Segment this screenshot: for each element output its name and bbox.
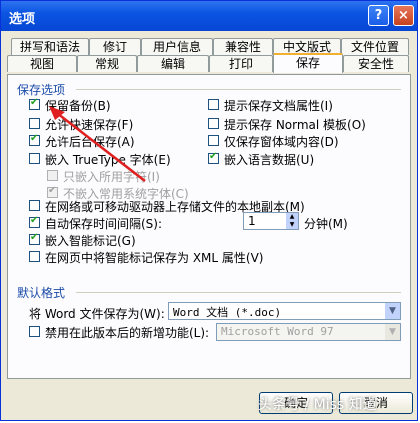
- save-as-label: 将 Word 文件保存为(W):: [29, 307, 165, 321]
- tab-track-changes[interactable]: 修订: [89, 38, 141, 55]
- save-as-value: Word 文档 (*.doc): [173, 306, 282, 319]
- tab-user-info[interactable]: 用户信息: [141, 38, 213, 55]
- tab-general[interactable]: 常规: [77, 55, 137, 72]
- local-copy-checkbox[interactable]: [29, 200, 40, 211]
- help-button[interactable]: ?: [368, 5, 389, 26]
- window-title: 选项: [9, 12, 36, 27]
- embed-language-checkbox[interactable]: [208, 151, 219, 164]
- save-as-select[interactable]: Word 文档 (*.doc) ▼: [168, 302, 401, 320]
- prompt-normal-template-checkbox[interactable]: [208, 118, 219, 129]
- prompt-normal-template-label: 提示保存 Normal 模板(O): [224, 118, 366, 132]
- options-dialog: 选项 ? × 拼写和语法 修订 用户信息 兼容性 中文版式 文件位置 视图 常规…: [0, 0, 418, 421]
- tab-print[interactable]: 打印: [209, 55, 273, 72]
- title-bar: 选项 ? ×: [1, 1, 417, 31]
- tab-save[interactable]: 保存: [273, 53, 343, 73]
- disable-features-checkbox[interactable]: [29, 326, 40, 337]
- chevron-down-icon[interactable]: ▼: [385, 324, 400, 340]
- fast-save-checkbox[interactable]: [29, 118, 40, 129]
- smart-tags-checkbox[interactable]: [29, 232, 40, 245]
- section-divider: [76, 89, 401, 90]
- tab-spelling-grammar[interactable]: 拼写和语法: [11, 38, 89, 55]
- default-format-heading: 默认格式: [17, 286, 66, 300]
- background-save-checkbox[interactable]: [29, 133, 40, 146]
- smart-tags-xml-checkbox[interactable]: [29, 251, 40, 262]
- word-version-select[interactable]: Microsoft Word 97 ▼: [216, 323, 401, 341]
- smart-tags-xml-label: 在网页中将智能标记保存为 XML 属性(V): [45, 251, 264, 265]
- tab-security[interactable]: 安全性: [343, 55, 409, 72]
- save-form-data-label: 仅保存窗体域内容(D): [224, 135, 339, 149]
- keep-backup-checkbox[interactable]: [29, 97, 40, 110]
- prompt-doc-properties-label: 提示保存文档属性(I): [224, 99, 333, 113]
- autosave-unit-label: 分钟(M): [304, 217, 348, 231]
- disable-features-label: 禁用在此版本后的新增功能(L):: [45, 326, 210, 340]
- tab-view[interactable]: 视图: [7, 55, 77, 72]
- close-button[interactable]: ×: [393, 5, 414, 26]
- autosave-interval-spinner[interactable]: 1 ▲ ▼: [243, 212, 299, 230]
- chevron-down-icon[interactable]: ▼: [385, 303, 400, 319]
- word-version-value: Microsoft Word 97: [221, 325, 334, 338]
- embed-language-label: 嵌入语言数据(U): [224, 153, 315, 167]
- spinner-arrows-icon[interactable]: ▲ ▼: [286, 213, 298, 229]
- watermark-text: 头条号 / Miss 知道: [258, 397, 377, 413]
- tab-edit[interactable]: 编辑: [137, 55, 209, 72]
- embed-truetype-checkbox[interactable]: [29, 153, 40, 164]
- autosave-label: 自动保存时间间隔(S):: [45, 217, 163, 231]
- prompt-doc-properties-checkbox[interactable]: [208, 99, 219, 110]
- no-common-fonts-checkbox[interactable]: [47, 185, 58, 198]
- red-arrow-annotation: [49, 106, 146, 182]
- autosave-interval-value: 1: [248, 214, 256, 228]
- save-form-data-checkbox[interactable]: [208, 135, 219, 146]
- tab-file-locations[interactable]: 文件位置: [341, 38, 409, 55]
- section-divider: [76, 292, 401, 293]
- save-options-heading: 保存选项: [17, 83, 66, 97]
- tab-compatibility[interactable]: 兼容性: [213, 38, 273, 55]
- smart-tags-label: 嵌入智能标记(G): [45, 234, 136, 248]
- autosave-checkbox[interactable]: [29, 215, 40, 228]
